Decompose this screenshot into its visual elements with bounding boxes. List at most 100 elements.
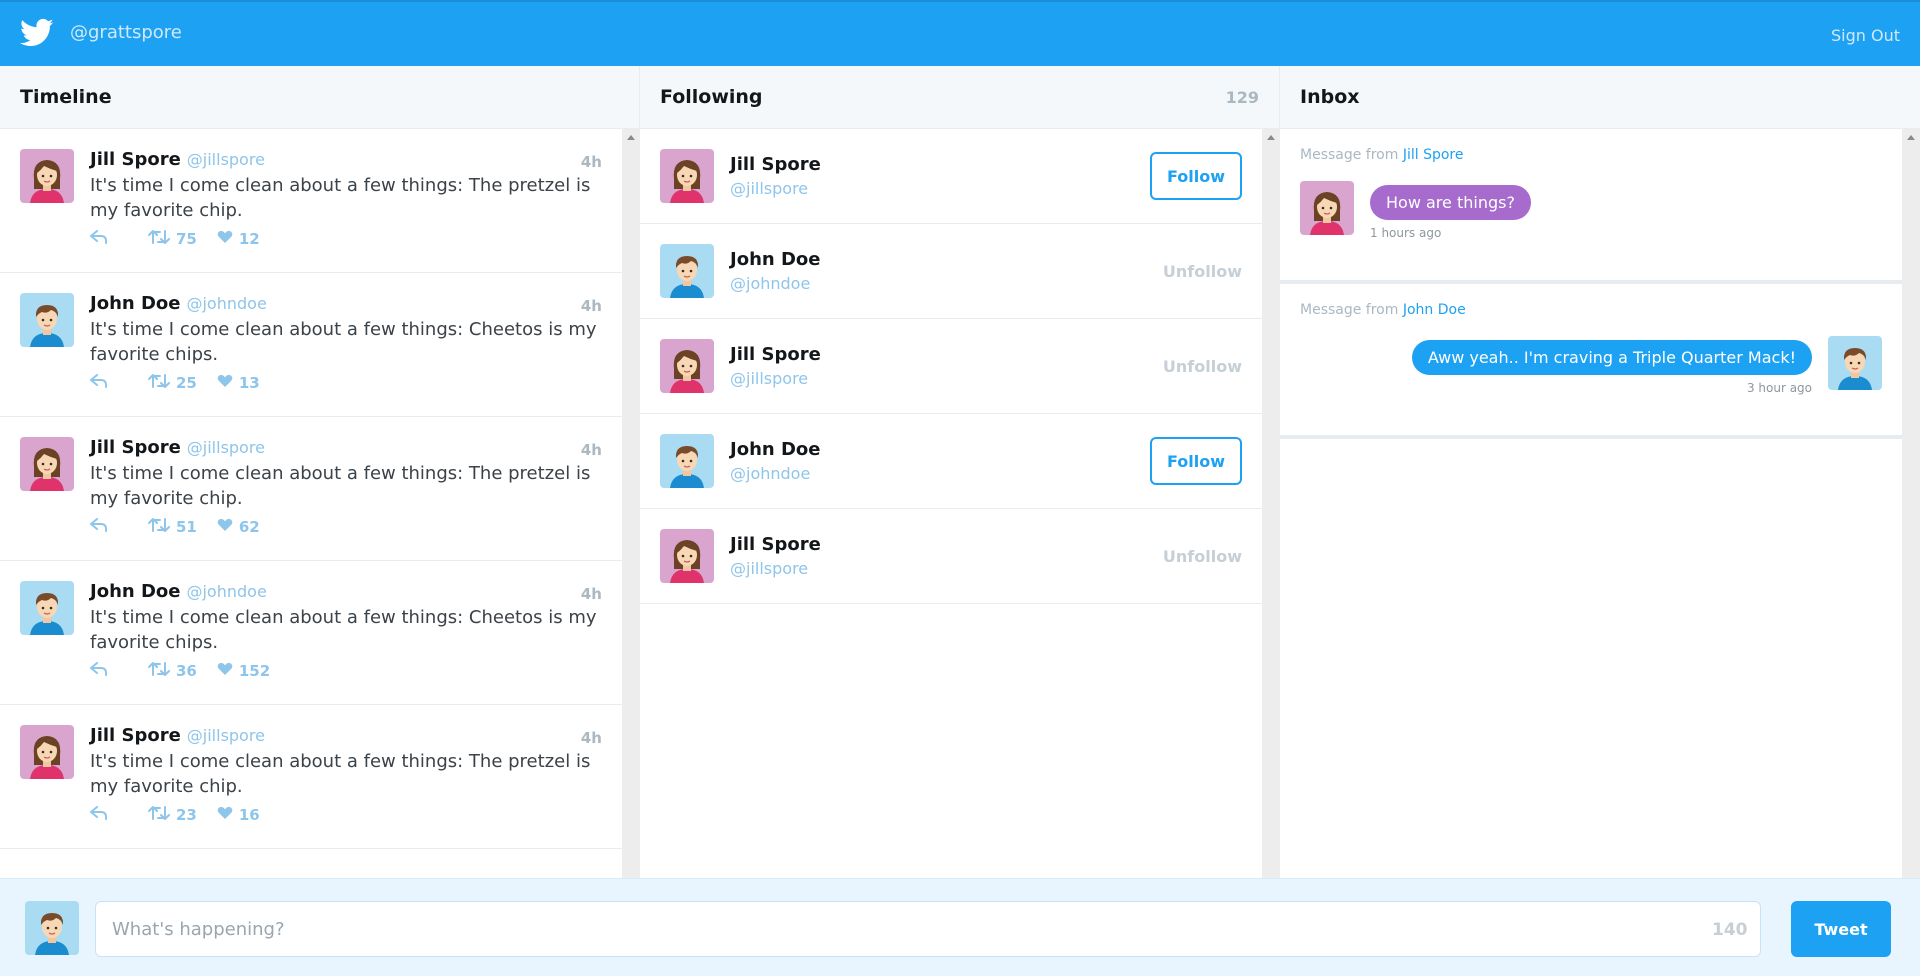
message-bubble: How are things?: [1370, 185, 1531, 220]
retweet-count: 51: [176, 518, 197, 536]
tweet-author-name[interactable]: John Doe: [90, 581, 180, 602]
tweet-item[interactable]: Jill Spore @jillspore 4h It's time I com…: [0, 417, 622, 561]
retweet-button[interactable]: 23: [148, 805, 197, 825]
timeline-scrollbar[interactable]: [622, 129, 640, 878]
message-sender[interactable]: Jill Spore: [1403, 147, 1464, 163]
tweet-author-username[interactable]: @johndoe: [186, 294, 266, 313]
reply-button[interactable]: [90, 662, 114, 680]
avatar[interactable]: [660, 434, 714, 488]
timeline-column: Timeline Jill Spore @jillspore 4h It's t…: [0, 66, 640, 878]
avatar[interactable]: [20, 725, 74, 779]
tweet-text: It's time I come clean about a few thing…: [90, 607, 597, 653]
tweet-author-name[interactable]: Jill Spore: [90, 725, 181, 746]
tweet-item[interactable]: Jill Spore @jillspore 4h It's time I com…: [0, 129, 622, 273]
retweet-count: 36: [176, 662, 197, 680]
avatar[interactable]: [20, 437, 74, 491]
follow-button[interactable]: Follow: [1150, 152, 1242, 200]
unfollow-button[interactable]: Unfollow: [1150, 532, 1242, 580]
char-count: 140: [1712, 920, 1748, 940]
like-count: 16: [238, 806, 260, 824]
tweet-text: It's time I come clean about a few thing…: [90, 463, 591, 509]
like-button[interactable]: 152: [217, 662, 270, 680]
following-item: John Doe @johndoe Unfollow: [640, 224, 1262, 319]
reply-button[interactable]: [90, 230, 114, 248]
inbox-message[interactable]: Message from John Doe Aww yeah.. I'm cra…: [1280, 284, 1902, 439]
avatar[interactable]: [660, 339, 714, 393]
user-username[interactable]: @johndoe: [730, 274, 820, 293]
inbox-header: Inbox: [1280, 66, 1920, 129]
retweet-count: 75: [176, 230, 197, 248]
sign-out-link[interactable]: Sign Out: [1831, 26, 1900, 45]
user-username[interactable]: @johndoe: [730, 464, 820, 483]
avatar[interactable]: [20, 149, 74, 203]
unfollow-button[interactable]: Unfollow: [1150, 342, 1242, 390]
scroll-up-arrow-icon[interactable]: [627, 135, 635, 140]
tweet-author-name[interactable]: Jill Spore: [90, 437, 181, 458]
reply-button[interactable]: [90, 806, 114, 824]
avatar[interactable]: [660, 529, 714, 583]
unfollow-button[interactable]: Unfollow: [1150, 247, 1242, 295]
user-name[interactable]: Jill Spore: [730, 534, 821, 555]
scroll-up-arrow-icon[interactable]: [1907, 135, 1915, 140]
message-sender[interactable]: John Doe: [1403, 302, 1466, 318]
tweet-content: Jill Spore @jillspore 4h It's time I com…: [90, 437, 610, 560]
heart-icon: [217, 518, 239, 536]
follow-button[interactable]: Follow: [1150, 437, 1242, 485]
inbox-message[interactable]: Message from Jill Spore How are things? …: [1280, 129, 1902, 284]
heart-icon: [217, 806, 239, 824]
retweet-button[interactable]: 75: [148, 229, 197, 249]
tweet-text: It's time I come clean about a few thing…: [90, 175, 591, 221]
reply-button[interactable]: [90, 518, 114, 536]
tweet-meta: Jill Spore @jillspore: [90, 149, 610, 173]
user-handle: @grattspore: [70, 22, 182, 43]
retweet-icon: [148, 373, 176, 393]
scroll-up-arrow-icon[interactable]: [1267, 135, 1275, 140]
avatar[interactable]: [1828, 336, 1882, 390]
retweet-button[interactable]: 36: [148, 661, 197, 681]
reply-button[interactable]: [90, 374, 114, 392]
tweet-time: 4h: [580, 585, 602, 603]
reply-icon: [90, 806, 114, 824]
tweet-author-name[interactable]: Jill Spore: [90, 149, 181, 170]
tweet-author-username[interactable]: @jillspore: [187, 150, 265, 169]
following-scrollbar[interactable]: [1262, 129, 1280, 878]
reply-icon: [90, 230, 114, 248]
avatar[interactable]: [660, 149, 714, 203]
tweet-item[interactable]: John Doe @johndoe 4h It's time I come cl…: [0, 273, 622, 417]
user-name[interactable]: John Doe: [730, 439, 820, 460]
like-button[interactable]: 13: [217, 374, 260, 392]
tweet-button[interactable]: Tweet: [1791, 901, 1891, 957]
tweet-time: 4h: [580, 729, 602, 747]
avatar[interactable]: [20, 581, 74, 635]
retweet-button[interactable]: 25: [148, 373, 197, 393]
retweet-icon: [148, 229, 176, 249]
avatar[interactable]: [660, 244, 714, 298]
user-name[interactable]: Jill Spore: [730, 344, 821, 365]
tweet-actions: 75 12: [90, 228, 610, 250]
message-from-prefix: Message from: [1300, 147, 1399, 163]
tweet-author-username[interactable]: @jillspore: [187, 726, 265, 745]
twitter-bird-icon[interactable]: [20, 18, 54, 48]
like-button[interactable]: 12: [217, 230, 260, 248]
tweet-item[interactable]: Jill Spore @jillspore 4h It's time I com…: [0, 705, 622, 849]
user-username[interactable]: @jillspore: [730, 559, 821, 578]
user-username[interactable]: @jillspore: [730, 369, 821, 388]
message-from-prefix: Message from: [1300, 302, 1399, 318]
tweet-content: John Doe @johndoe 4h It's time I come cl…: [90, 293, 610, 416]
tweet-author-username[interactable]: @jillspore: [187, 438, 265, 457]
like-button[interactable]: 16: [217, 806, 260, 824]
tweet-author-username[interactable]: @johndoe: [186, 582, 266, 601]
following-header: Following 129: [640, 66, 1279, 129]
like-button[interactable]: 62: [217, 518, 260, 536]
retweet-button[interactable]: 51: [148, 517, 197, 537]
inbox-scrollbar[interactable]: [1902, 129, 1920, 878]
compose-tweet-input[interactable]: [95, 901, 1761, 957]
user-name[interactable]: John Doe: [730, 249, 820, 270]
tweet-time: 4h: [580, 441, 602, 459]
tweet-item[interactable]: John Doe @johndoe 4h It's time I come cl…: [0, 561, 622, 705]
user-username[interactable]: @jillspore: [730, 179, 821, 198]
user-name[interactable]: Jill Spore: [730, 154, 821, 175]
avatar[interactable]: [20, 293, 74, 347]
avatar[interactable]: [1300, 181, 1354, 235]
tweet-author-name[interactable]: John Doe: [90, 293, 180, 314]
